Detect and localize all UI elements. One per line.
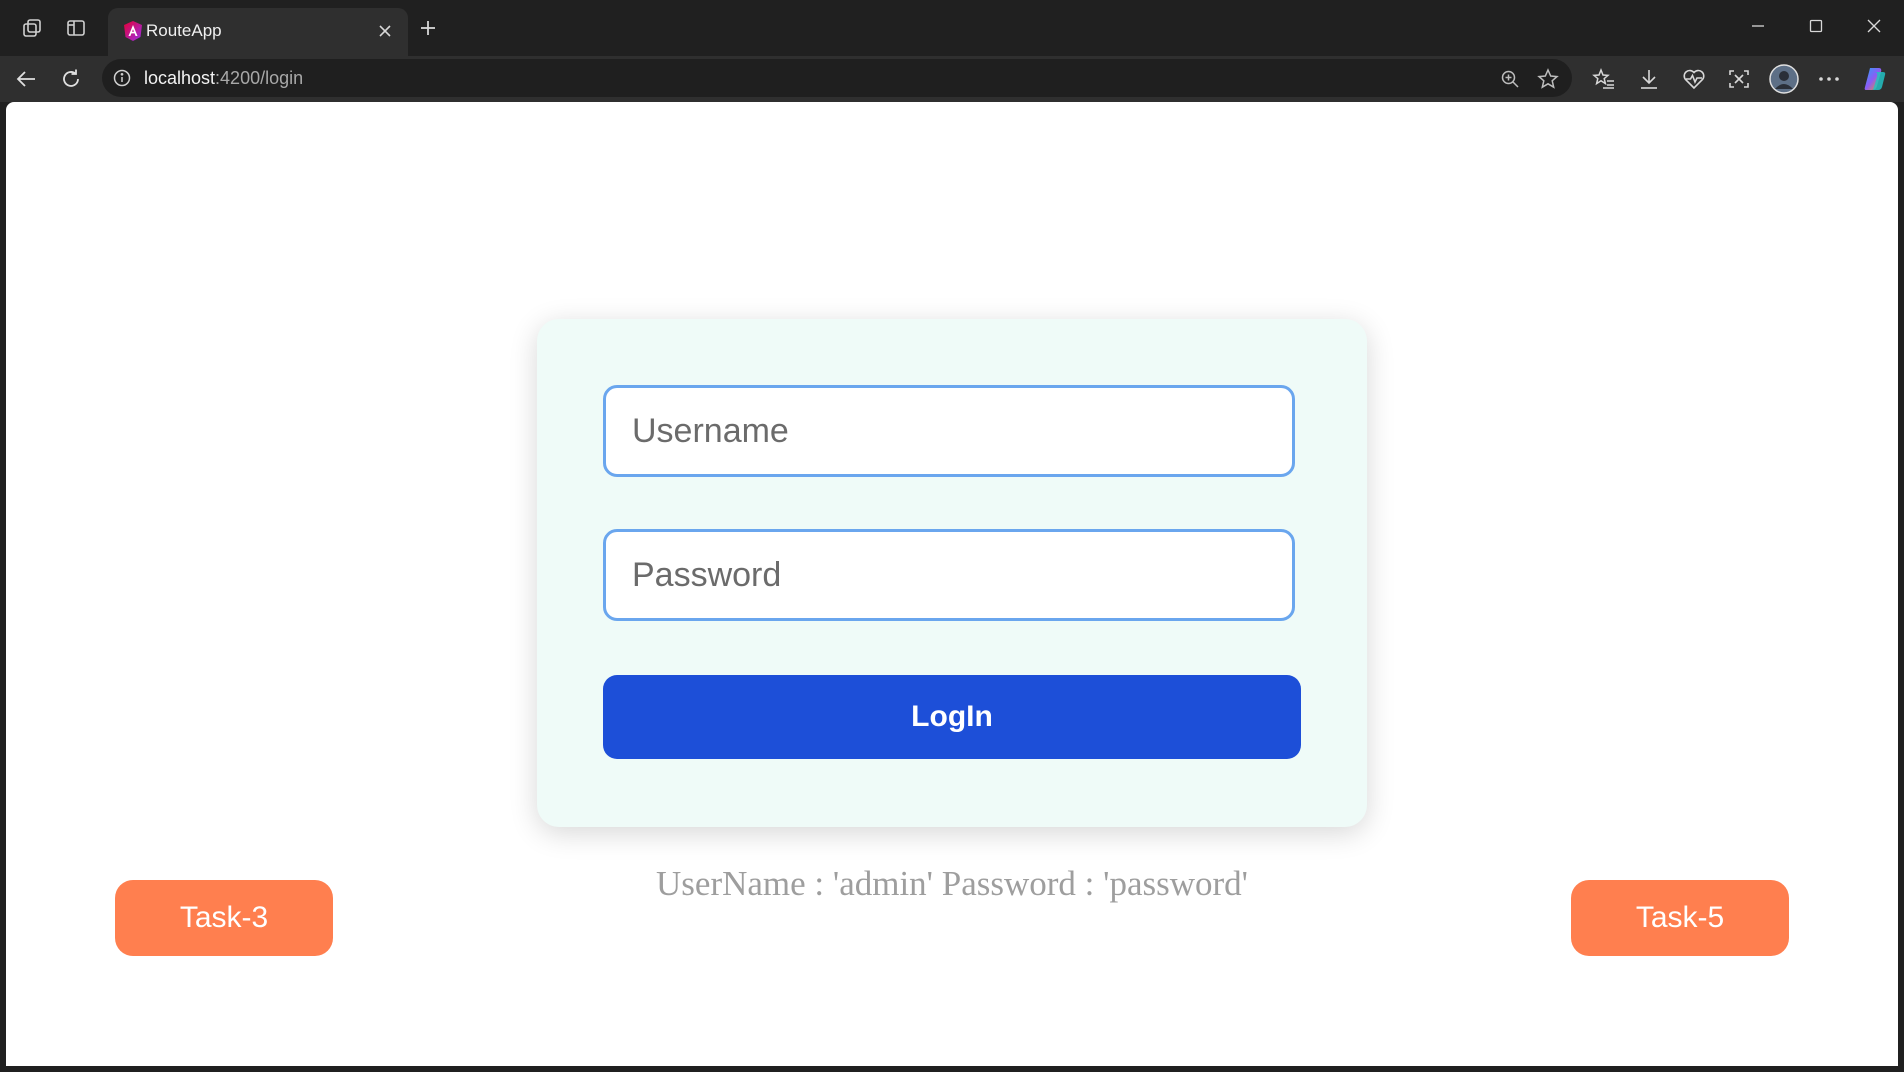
tab-actions-icon[interactable] — [62, 14, 90, 42]
new-tab-button[interactable] — [414, 14, 442, 42]
tab-close-icon[interactable] — [374, 20, 396, 42]
info-icon[interactable] — [112, 68, 132, 88]
page-viewport: LogIn UserName : 'admin' Password : 'pas… — [6, 102, 1898, 1066]
profile-avatar[interactable] — [1769, 64, 1799, 94]
download-icon[interactable] — [1634, 64, 1664, 94]
zoom-icon[interactable] — [1498, 67, 1522, 91]
star-icon[interactable] — [1536, 67, 1560, 91]
login-card: LogIn — [537, 319, 1367, 827]
more-icon[interactable] — [1814, 64, 1844, 94]
taskbar-edge — [0, 1066, 1904, 1072]
browser-toolbar: localhost:4200/login — [0, 56, 1904, 102]
tab-title: RouteApp — [146, 21, 222, 40]
address-bar[interactable]: localhost:4200/login — [102, 59, 1572, 97]
refresh-icon[interactable] — [56, 64, 86, 94]
username-input[interactable] — [603, 385, 1295, 477]
screenshot-icon[interactable] — [1724, 64, 1754, 94]
maximize-button[interactable] — [1796, 10, 1836, 42]
close-window-button[interactable] — [1854, 10, 1894, 42]
copilot-icon[interactable] — [1860, 64, 1890, 94]
favorites-icon[interactable] — [1589, 64, 1619, 94]
password-input[interactable] — [603, 529, 1295, 621]
heartbeat-icon[interactable] — [1679, 64, 1709, 94]
url-path: :4200/login — [215, 68, 304, 88]
task-5-button[interactable]: Task-5 — [1571, 880, 1789, 956]
workspaces-icon[interactable] — [18, 14, 46, 42]
url-host: localhost — [144, 68, 216, 88]
url-text[interactable]: localhost:4200/login — [144, 68, 303, 89]
back-arrow-icon[interactable] — [11, 64, 41, 94]
login-button[interactable]: LogIn — [603, 675, 1301, 759]
browser-title-bar: RouteApp — [0, 0, 1904, 56]
task-3-button[interactable]: Task-3 — [115, 880, 333, 956]
minimize-button[interactable] — [1738, 10, 1778, 42]
angular-logo-icon — [122, 20, 144, 42]
browser-tab[interactable]: RouteApp — [108, 8, 408, 56]
